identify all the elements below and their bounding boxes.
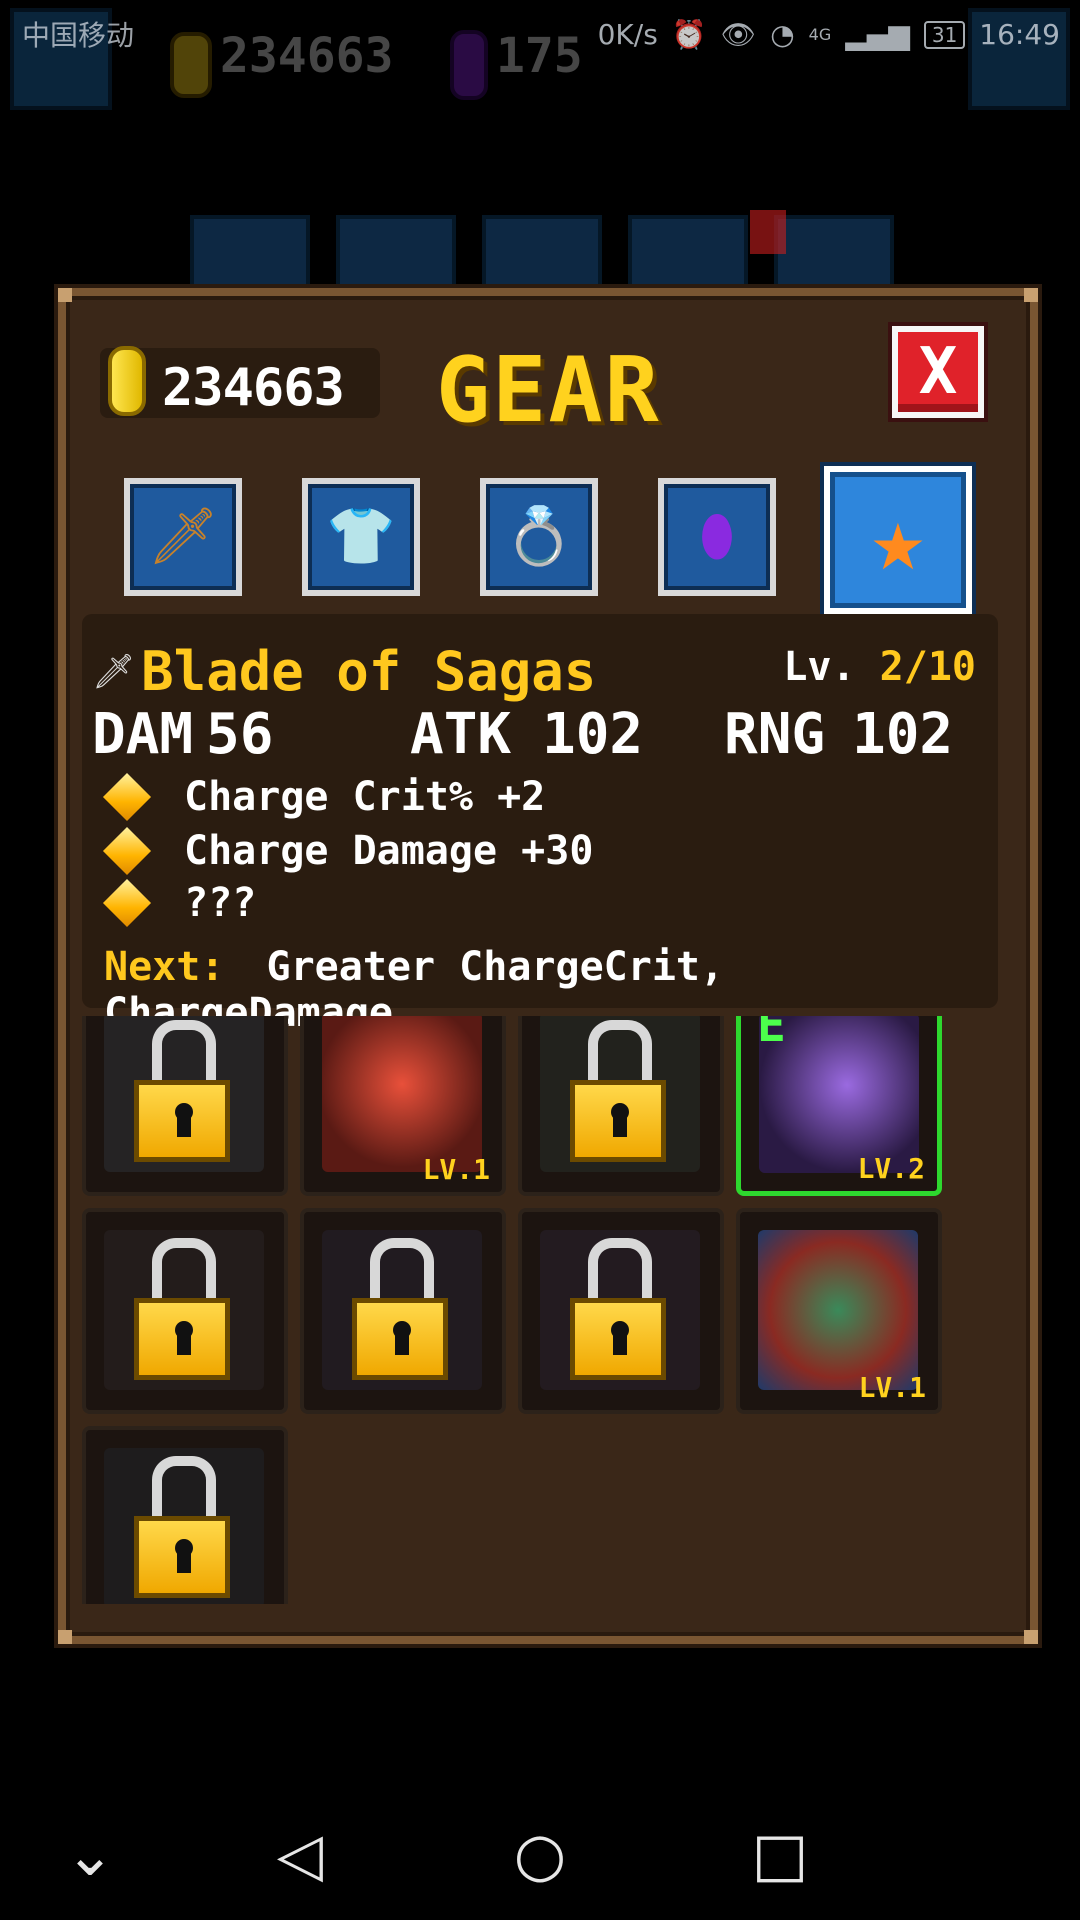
item-art [322, 1016, 482, 1172]
item-slot-locked[interactable] [518, 1016, 724, 1196]
atk-label: ATK [410, 702, 512, 767]
slot-level: LV.2 [857, 1152, 925, 1185]
bg-tab [628, 215, 748, 299]
dam-label: DAM [92, 702, 194, 767]
lock-icon [570, 1020, 666, 1170]
recents-square-icon[interactable]: □ [720, 1790, 840, 1920]
diamond-icon [102, 826, 152, 876]
tab-gem[interactable]: ⬮ [658, 478, 776, 596]
level-value: 2/10 [879, 644, 976, 690]
diamond-icon [102, 878, 152, 928]
tab-armor[interactable]: 👕 [302, 478, 420, 596]
coin-icon [108, 346, 146, 416]
bonus-line: Charge Crit% +2 [102, 772, 546, 822]
panel-corner [1024, 1630, 1038, 1644]
tab-special[interactable]: ★ [824, 466, 972, 614]
signal-icon: ▂▄▆ [845, 18, 910, 51]
close-button[interactable]: X [892, 326, 984, 418]
item-level: Lv. 2/10 [783, 644, 976, 690]
bonus-line: Charge Damage +30 [102, 826, 594, 876]
bg-tab [774, 215, 894, 299]
item-slot-locked[interactable] [82, 1208, 288, 1414]
level-label: Lv. [783, 644, 856, 690]
item-slot-equipped[interactable]: E LV.2 [736, 1016, 942, 1196]
alarm-icon: ⏰ [671, 18, 707, 51]
panel-corner [1024, 288, 1038, 302]
bg-tab [482, 215, 602, 299]
eye-icon: 👁 [720, 18, 757, 51]
tab-ring[interactable]: 💍 [480, 478, 598, 596]
item-grid: LV.1 E LV.2 LV.1 [82, 1016, 998, 1604]
lock-icon [352, 1238, 448, 1388]
wifi-icon: ◔ [770, 18, 795, 51]
star-icon: ★ [870, 487, 926, 592]
item-stats: DAM 56 ATK 102 RNG 102 [92, 702, 982, 768]
bonus-text: ??? [184, 880, 257, 926]
carrier-label: 中国移动 [22, 19, 135, 52]
ring-icon: 💍 [504, 504, 574, 569]
lock-icon [134, 1238, 230, 1388]
shirt-icon: 👕 [326, 504, 396, 569]
item-slot-locked[interactable] [300, 1208, 506, 1414]
chevron-down-icon[interactable]: ⌄ [30, 1790, 150, 1920]
bonus-line: ??? [102, 878, 257, 928]
item-slot[interactable]: LV.1 [736, 1208, 942, 1414]
background-tabs [190, 215, 894, 299]
panel-corner [58, 1630, 72, 1644]
status-bar: 中国移动 0K/s ⏰ 👁 ◔ 4G ▂▄▆ 31 16:49 [0, 0, 1080, 76]
panel-title: GEAR [436, 338, 661, 443]
item-name: Blade of Sagas [141, 640, 597, 703]
item-slot-locked[interactable] [518, 1208, 724, 1414]
bonus-text: Charge Damage +30 [184, 828, 594, 874]
item-slot[interactable]: LV.1 [300, 1016, 506, 1196]
diamond-icon [102, 772, 152, 822]
home-circle-icon[interactable]: ○ [480, 1790, 600, 1920]
equipped-badge: E [757, 1016, 786, 1053]
rng-value: 102 [852, 702, 954, 767]
coin-balance: 234663 [100, 346, 380, 418]
panel-corner [58, 288, 72, 302]
tab-weapon[interactable]: 🗡 [124, 478, 242, 596]
coin-count: 234663 [162, 358, 345, 418]
weapon-type-icon: 🗡 [92, 651, 136, 692]
nav-bar: ⌄ ◁ ○ □ [0, 1790, 1080, 1920]
category-tabs: 🗡 👕 💍 ⬮ ★ [124, 466, 984, 614]
back-triangle-icon[interactable]: ◁ [240, 1790, 360, 1920]
bg-tab [336, 215, 456, 299]
lock-icon [570, 1238, 666, 1388]
network-speed: 0K/s [597, 18, 658, 51]
dam-value: 56 [206, 702, 274, 767]
item-info: 🗡 Blade of Sagas Lv. 2/10 DAM 56 ATK 102… [82, 614, 998, 1036]
lock-icon [134, 1020, 230, 1170]
next-label: Next: [104, 944, 225, 990]
item-art [758, 1230, 918, 1390]
slot-level: LV.1 [422, 1153, 490, 1186]
gear-panel: 234663 GEAR X 🗡 👕 💍 ⬮ ★ 🗡 Blade of Sagas… [58, 288, 1038, 1644]
item-slot-locked[interactable] [82, 1016, 288, 1196]
rng-label: RNG [724, 702, 826, 767]
gem-icon: ⬮ [699, 504, 735, 569]
bonus-text: Charge Crit% +2 [184, 774, 546, 820]
clock: 16:49 [979, 18, 1060, 51]
network-type: 4G [808, 25, 832, 44]
bg-tab [190, 215, 310, 299]
item-slot-locked[interactable] [82, 1426, 288, 1604]
slot-level: LV.1 [858, 1371, 926, 1404]
battery-icon: 31 [923, 20, 966, 49]
alert-icon [750, 210, 786, 254]
atk-value: 102 [542, 702, 644, 767]
sword-icon: 🗡 [147, 504, 219, 569]
lock-icon [134, 1456, 230, 1604]
